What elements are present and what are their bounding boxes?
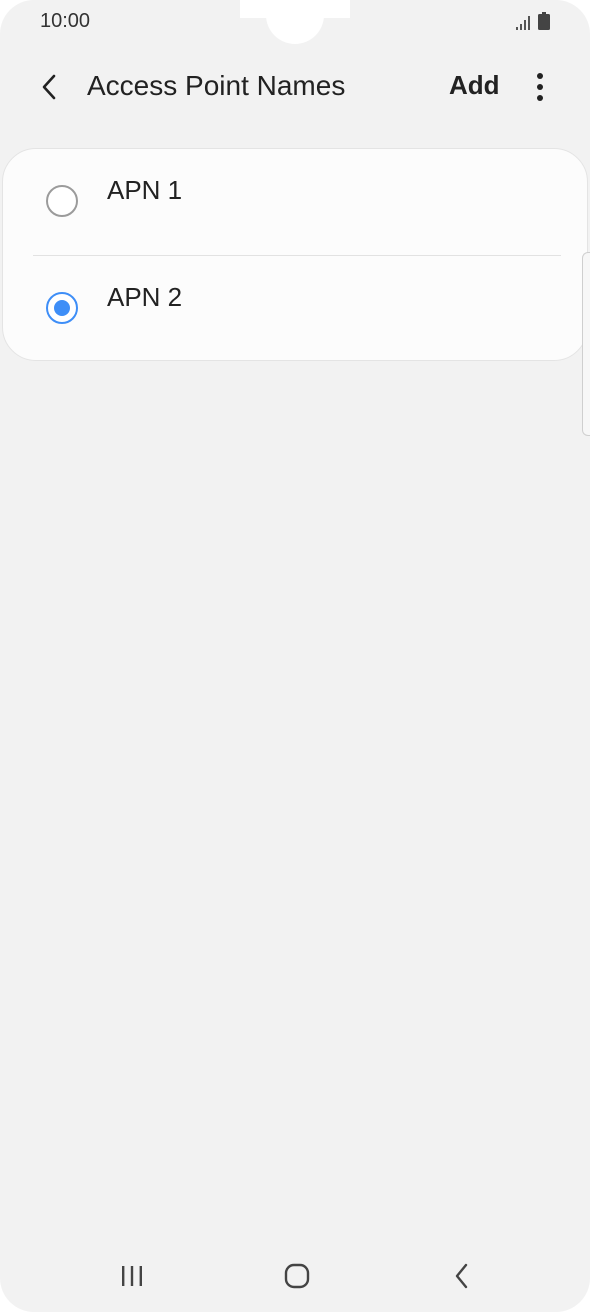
apn-item-1[interactable]: APN 1 [3, 149, 587, 255]
back-arrow-icon [42, 74, 56, 100]
back-button[interactable] [30, 68, 68, 106]
battery-icon [538, 12, 550, 30]
signal-icon [516, 16, 530, 30]
add-button[interactable]: Add [449, 70, 500, 101]
apn-1-radio[interactable] [46, 185, 78, 217]
nav-back-button[interactable] [442, 1260, 482, 1292]
recents-button[interactable] [112, 1260, 152, 1292]
scroll-handle[interactable] [582, 252, 590, 436]
apn-1-label: APN 1 [107, 175, 183, 205]
screen: 10:00 Access Point Names Add APN 1 APN 2 [0, 0, 590, 1312]
page-title: Access Point Names [87, 70, 346, 101]
apn-item-2[interactable]: APN 2 [3, 256, 587, 362]
status-bar: 10:00 [0, 0, 590, 46]
camera-notch [266, 0, 324, 44]
home-icon [284, 1263, 310, 1289]
apn-2-label: APN 2 [107, 282, 183, 312]
recents-icon [122, 1266, 142, 1286]
apn-list-card: APN 1 APN 2 [2, 148, 588, 361]
navigation-bar [0, 1242, 590, 1308]
more-options-icon [537, 73, 543, 101]
app-bar: Access Point Names Add [0, 54, 590, 120]
radio-selected-dot [54, 300, 70, 316]
back-icon [455, 1263, 468, 1289]
status-time: 10:00 [40, 10, 91, 32]
home-button[interactable] [277, 1260, 317, 1292]
more-options-button[interactable] [524, 68, 556, 106]
status-icons [516, 12, 550, 30]
apn-2-radio[interactable] [46, 292, 78, 324]
